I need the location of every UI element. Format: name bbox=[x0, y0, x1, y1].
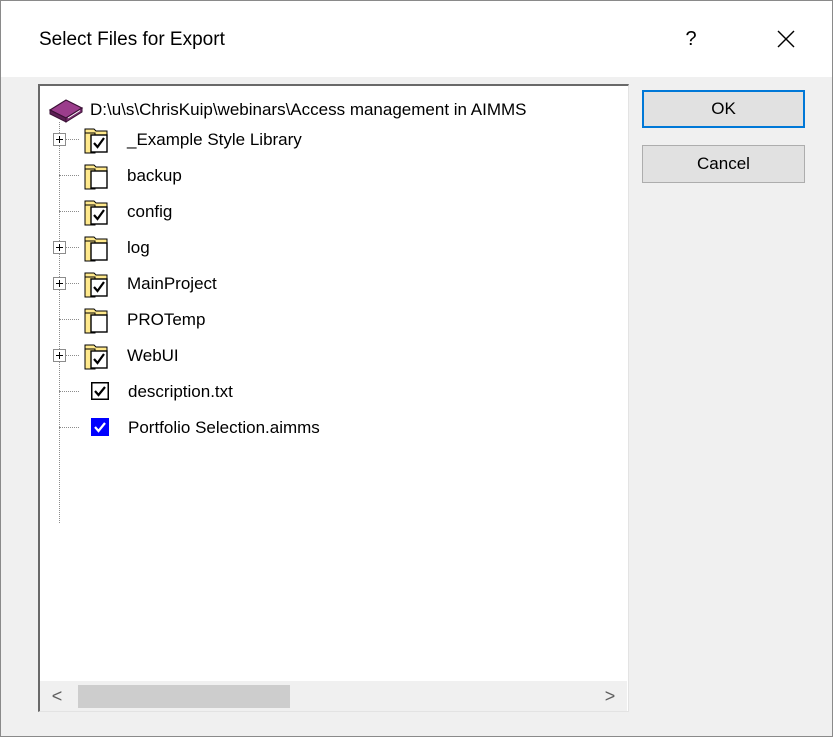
tree-connector-line bbox=[59, 211, 79, 212]
checkbox-checked-icon[interactable] bbox=[91, 418, 109, 436]
tree-item-label: backup bbox=[127, 166, 182, 185]
horizontal-scrollbar[interactable]: < > bbox=[40, 681, 627, 711]
tree-folder-item[interactable]: WebUI bbox=[40, 338, 627, 374]
dialog-title: Select Files for Export bbox=[39, 29, 225, 50]
tree-file-item[interactable]: description.txt bbox=[40, 374, 627, 410]
tree-item-label: _Example Style Library bbox=[127, 130, 302, 149]
expand-plus-icon[interactable] bbox=[53, 133, 66, 146]
checked-folder-icon[interactable] bbox=[84, 270, 116, 298]
aimms-project-book-icon bbox=[48, 99, 84, 123]
tree-folder-item[interactable]: PROTemp bbox=[40, 302, 627, 338]
tree-folder-item[interactable]: config bbox=[40, 194, 627, 230]
tree-item-label: Portfolio Selection.aimms bbox=[128, 418, 320, 437]
cancel-button[interactable]: Cancel bbox=[642, 145, 805, 183]
tree-item-label: description.txt bbox=[128, 382, 233, 401]
tree-folder-item[interactable]: MainProject bbox=[40, 266, 627, 302]
unchecked-folder-icon[interactable] bbox=[84, 162, 116, 190]
tree-connector-line bbox=[59, 391, 79, 392]
expand-plus-icon[interactable] bbox=[53, 277, 66, 290]
checkbox-checked-icon[interactable] bbox=[91, 382, 109, 400]
tree-item-label: PROTemp bbox=[127, 310, 206, 329]
tree-item-label: log bbox=[127, 238, 150, 257]
tree-connector-line bbox=[59, 319, 79, 320]
close-button[interactable] bbox=[766, 21, 806, 57]
scroll-right-button[interactable]: > bbox=[593, 681, 627, 711]
tree-connector-line bbox=[59, 175, 79, 176]
tree-folder-item[interactable]: backup bbox=[40, 158, 627, 194]
tree-item-label: MainProject bbox=[127, 274, 217, 293]
tree-file-item[interactable]: Portfolio Selection.aimms bbox=[40, 410, 627, 446]
checked-folder-icon[interactable] bbox=[84, 342, 116, 370]
scroll-left-button[interactable]: < bbox=[40, 681, 74, 711]
scroll-thumb[interactable] bbox=[78, 685, 290, 708]
unchecked-folder-icon[interactable] bbox=[84, 306, 116, 334]
file-tree[interactable]: D:\u\s\ChrisKuip\webinars\Access managem… bbox=[38, 84, 629, 712]
tree-connector-line bbox=[59, 427, 79, 428]
checked-folder-icon[interactable] bbox=[84, 198, 116, 226]
select-files-dialog: Select Files for Export ? D:\u\s\ChrisKu… bbox=[0, 0, 833, 737]
file-tree-content: D:\u\s\ChrisKuip\webinars\Access managem… bbox=[40, 86, 627, 681]
tree-folder-item[interactable]: log bbox=[40, 230, 627, 266]
unchecked-folder-icon[interactable] bbox=[84, 234, 116, 262]
tree-folder-item[interactable]: _Example Style Library bbox=[40, 122, 627, 158]
help-button[interactable]: ? bbox=[671, 21, 711, 57]
tree-item-label: WebUI bbox=[127, 346, 179, 365]
ok-button[interactable]: OK bbox=[642, 90, 805, 128]
title-bar: Select Files for Export ? bbox=[1, 1, 832, 77]
expand-plus-icon[interactable] bbox=[53, 241, 66, 254]
expand-plus-icon[interactable] bbox=[53, 349, 66, 362]
tree-item-label: config bbox=[127, 202, 173, 221]
tree-root-label: D:\u\s\ChrisKuip\webinars\Access managem… bbox=[90, 100, 527, 119]
close-x-icon bbox=[777, 30, 795, 48]
checked-folder-icon[interactable] bbox=[84, 126, 116, 154]
